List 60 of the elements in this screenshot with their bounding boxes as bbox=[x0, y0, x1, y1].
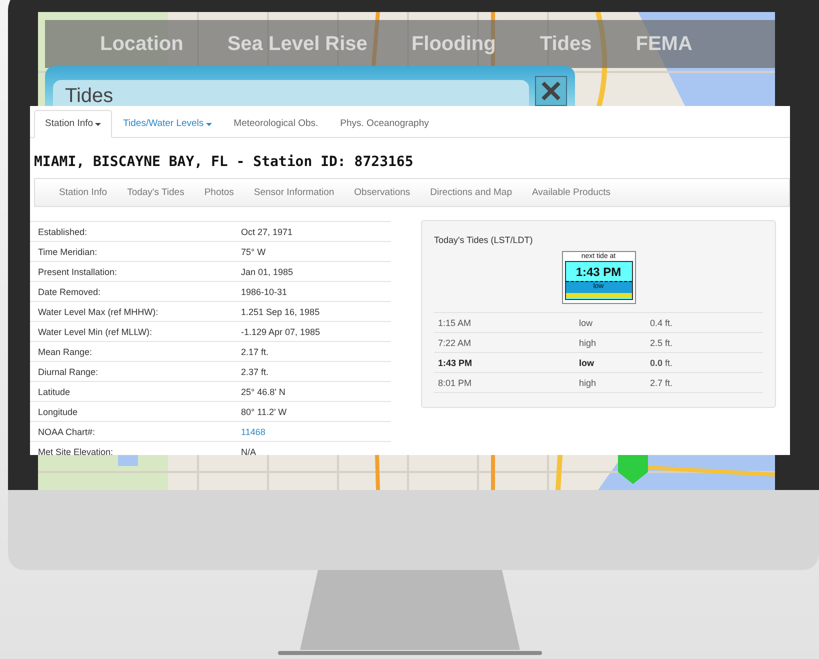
sub-nav-link[interactable]: Available Products bbox=[532, 187, 611, 198]
tides-title: Today's Tides (LST/LDT) bbox=[434, 235, 533, 245]
widget-time: 1:43 PM bbox=[576, 265, 622, 279]
sub-nav-link[interactable]: Station Info bbox=[59, 187, 108, 198]
info-value: 25° 46.8' N bbox=[241, 386, 286, 396]
sub-nav-link[interactable]: Photos bbox=[204, 187, 234, 198]
info-label: Date Removed: bbox=[37, 286, 102, 296]
nav-link[interactable]: Location bbox=[100, 32, 184, 56]
info-value: N/A bbox=[241, 446, 256, 455]
info-label: Longitude bbox=[37, 406, 79, 416]
info-label: Time Meridian: bbox=[37, 246, 98, 256]
tab[interactable]: Station Info bbox=[34, 110, 112, 138]
info-value: 1986-10-31 bbox=[241, 286, 288, 296]
info-value: Oct 27, 1971 bbox=[241, 226, 293, 236]
info-label: Present Installation: bbox=[37, 266, 118, 276]
info-label: Latitude bbox=[37, 386, 72, 396]
info-value: Jan 01, 1985 bbox=[241, 266, 294, 276]
tide-height: 2.5 ft. bbox=[650, 338, 673, 348]
tide-type: high bbox=[579, 338, 598, 348]
chart-link[interactable]: 11468 bbox=[241, 426, 266, 436]
info-label: Established: bbox=[37, 226, 88, 236]
tide-type: low bbox=[579, 318, 594, 328]
nav-link[interactable]: Flooding bbox=[411, 32, 496, 56]
info-value: 2.37 ft. bbox=[241, 366, 269, 376]
nav-link[interactable]: Tides bbox=[540, 32, 592, 56]
info-value: 2.17 ft. bbox=[241, 346, 269, 356]
tide-height: 2.7 ft. bbox=[650, 378, 673, 388]
tide-type: low bbox=[579, 358, 595, 368]
tab[interactable]: Tides/Water Levels bbox=[112, 110, 223, 138]
nav-link[interactable]: FEMA bbox=[636, 32, 692, 56]
info-label: Met Site Elevation: bbox=[37, 446, 114, 455]
station-title: MIAMI, BISCAYNE BAY, FL - Station ID: 8723165 bbox=[34, 154, 414, 172]
info-value: 75° W bbox=[241, 246, 266, 256]
info-label: Diurnal Range: bbox=[37, 366, 100, 376]
tide-height: 0.4 ft. bbox=[650, 318, 673, 328]
tide-time: 1:15 AM bbox=[438, 318, 472, 328]
nav-link[interactable]: Sea Level Rise bbox=[227, 32, 368, 56]
info-value: 1.251 Sep 16, 1985 bbox=[241, 306, 320, 316]
tide-height: 0.0 ft. bbox=[650, 358, 673, 368]
tab[interactable]: Meteorological Obs. bbox=[222, 110, 330, 138]
close-button[interactable] bbox=[535, 76, 567, 106]
caret-icon bbox=[206, 122, 212, 126]
tide-type: high bbox=[579, 378, 598, 388]
tide-time: 7:22 AM bbox=[438, 338, 472, 348]
info-label: Water Level Max (ref MHHW): bbox=[37, 306, 160, 316]
caret-icon bbox=[95, 122, 102, 126]
info-label: Water Level Min (ref MLLW): bbox=[37, 326, 154, 336]
close-icon bbox=[539, 79, 563, 103]
tide-time: 8:01 PM bbox=[438, 378, 473, 388]
info-value: -1.129 Apr 07, 1985 bbox=[241, 326, 320, 336]
tide-time: 1:43 PM bbox=[438, 358, 474, 368]
info-value: 80° 11.2' W bbox=[241, 406, 287, 416]
tab[interactable]: Phys. Oceanography bbox=[329, 110, 440, 138]
info-label: NOAA Chart#: bbox=[37, 426, 96, 436]
sub-nav-link[interactable]: Directions and Map bbox=[430, 187, 512, 198]
popup-title: Tides bbox=[53, 80, 529, 106]
sub-nav-link[interactable]: Observations bbox=[354, 187, 410, 198]
sub-nav-link[interactable]: Sensor Information bbox=[254, 187, 334, 198]
info-label: Mean Range: bbox=[37, 346, 94, 356]
sub-nav-link[interactable]: Today's Tides bbox=[127, 187, 184, 198]
